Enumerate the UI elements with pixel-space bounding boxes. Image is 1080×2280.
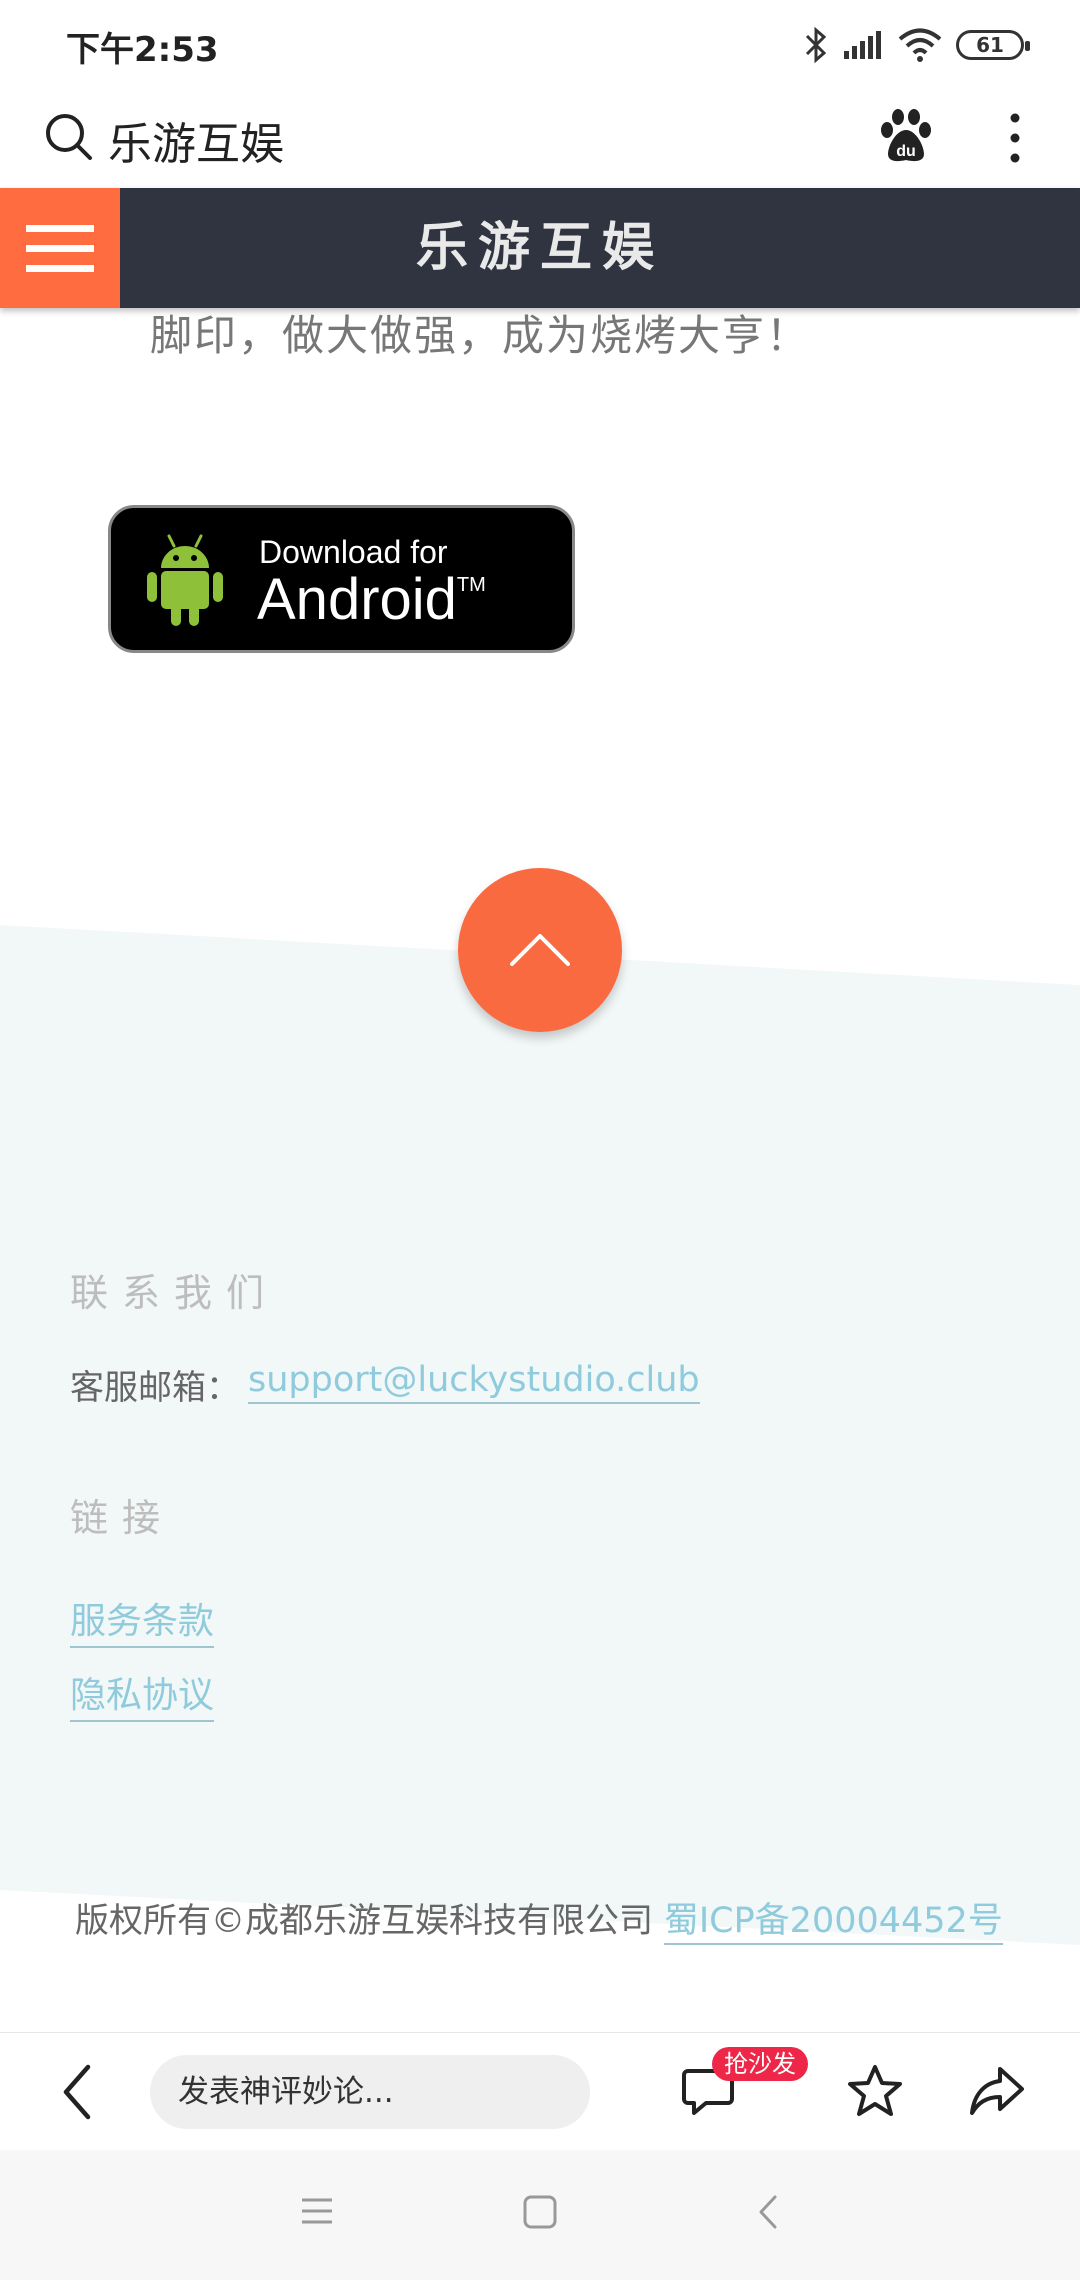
battery-level: 61 <box>976 33 1004 57</box>
signal-icon <box>844 31 881 59</box>
email-label: 客服邮箱： <box>70 1368 240 1408</box>
links-section-title: 链接 <box>70 1496 175 1540</box>
menu-icon-line <box>26 264 94 272</box>
baidu-paw-icon[interactable]: du <box>878 108 934 164</box>
browser-search-bar[interactable]: 乐游互娱 du <box>0 88 1080 188</box>
battery-icon: 61 <box>956 30 1030 60</box>
menu-button[interactable] <box>0 188 120 308</box>
share-icon[interactable] <box>968 2063 1026 2119</box>
search-icon[interactable] <box>44 112 94 162</box>
back-arrow-icon[interactable] <box>58 2063 98 2121</box>
wifi-icon <box>898 28 942 62</box>
more-vertical-icon[interactable] <box>1000 110 1030 166</box>
browser-bottom-toolbar: 发表神评妙论... 抢沙发 <box>0 2032 1080 2151</box>
badge-tm: TM <box>456 574 486 596</box>
sofa-badge[interactable]: 抢沙发 <box>712 2047 808 2081</box>
android-robot-icon <box>147 534 223 626</box>
star-icon[interactable] <box>846 2063 904 2119</box>
nav-menu-icon[interactable] <box>300 2196 334 2226</box>
comment-input[interactable]: 发表神评妙论... <box>150 2055 590 2129</box>
email-link[interactable]: support@luckystudio.club <box>248 1360 700 1404</box>
privacy-policy-link[interactable]: 隐私协议 <box>70 1666 215 1722</box>
status-icons: 61 <box>804 20 1030 70</box>
chevron-up-icon <box>510 934 570 966</box>
contact-section-title: 联系我们 <box>70 1271 279 1315</box>
nav-back-icon[interactable] <box>756 2194 780 2230</box>
svg-text:du: du <box>896 143 916 160</box>
menu-icon-line <box>26 224 94 232</box>
badge-line2: AndroidTM <box>257 566 486 633</box>
bluetooth-icon <box>805 26 827 64</box>
copyright-text: 版权所有©成都乐游互娱科技有限公司 <box>75 1901 653 1941</box>
copyright: 版权所有©成都乐游互娱科技有限公司 蜀ICP备20004452号 <box>75 1892 1003 1945</box>
status-time: 下午2:53 <box>66 30 219 70</box>
site-title: 乐游互娱 <box>415 218 664 278</box>
badge-android-text: Android <box>257 567 457 632</box>
icp-link[interactable]: 蜀ICP备20004452号 <box>663 1901 1003 1945</box>
search-query[interactable]: 乐游互娱 <box>108 108 284 172</box>
menu-icon-line <box>26 244 94 252</box>
system-nav-bar <box>0 2150 1080 2280</box>
intro-text: 脚印，做大做强，成为烧烤大亨！ <box>150 311 811 360</box>
nav-home-icon[interactable] <box>522 2194 558 2230</box>
scroll-to-top-button[interactable] <box>458 868 622 1032</box>
download-android-button[interactable]: Download for AndroidTM <box>108 505 575 653</box>
status-bar: 下午2:53 61 <box>0 0 1080 88</box>
terms-of-service-link[interactable]: 服务条款 <box>70 1592 215 1648</box>
site-header: 乐游互娱 <box>0 188 1080 308</box>
